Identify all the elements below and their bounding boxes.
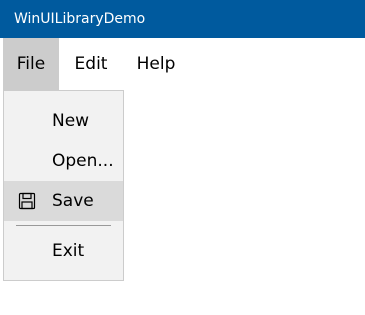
menu-bar: File Edit Help: [0, 38, 365, 90]
menu-item-new[interactable]: New: [4, 101, 123, 141]
menu-edit[interactable]: Edit: [62, 38, 120, 90]
menu-item-open-label: Open...: [52, 151, 114, 171]
menu-help[interactable]: Help: [124, 38, 188, 90]
file-menu-dropdown: New Open... Save Exit: [3, 90, 124, 281]
window-title: WinUILibraryDemo: [14, 11, 146, 27]
title-bar: WinUILibraryDemo: [0, 0, 365, 38]
menu-item-exit[interactable]: Exit: [4, 231, 123, 271]
menu-separator: [16, 225, 111, 226]
menu-item-open[interactable]: Open...: [4, 141, 123, 181]
menu-item-save-label: Save: [52, 191, 94, 211]
menu-item-new-label: New: [52, 111, 90, 131]
menu-item-exit-label: Exit: [52, 241, 85, 261]
menu-file[interactable]: File: [3, 38, 59, 90]
menu-item-save[interactable]: Save: [4, 181, 123, 221]
save-icon: [18, 192, 36, 210]
